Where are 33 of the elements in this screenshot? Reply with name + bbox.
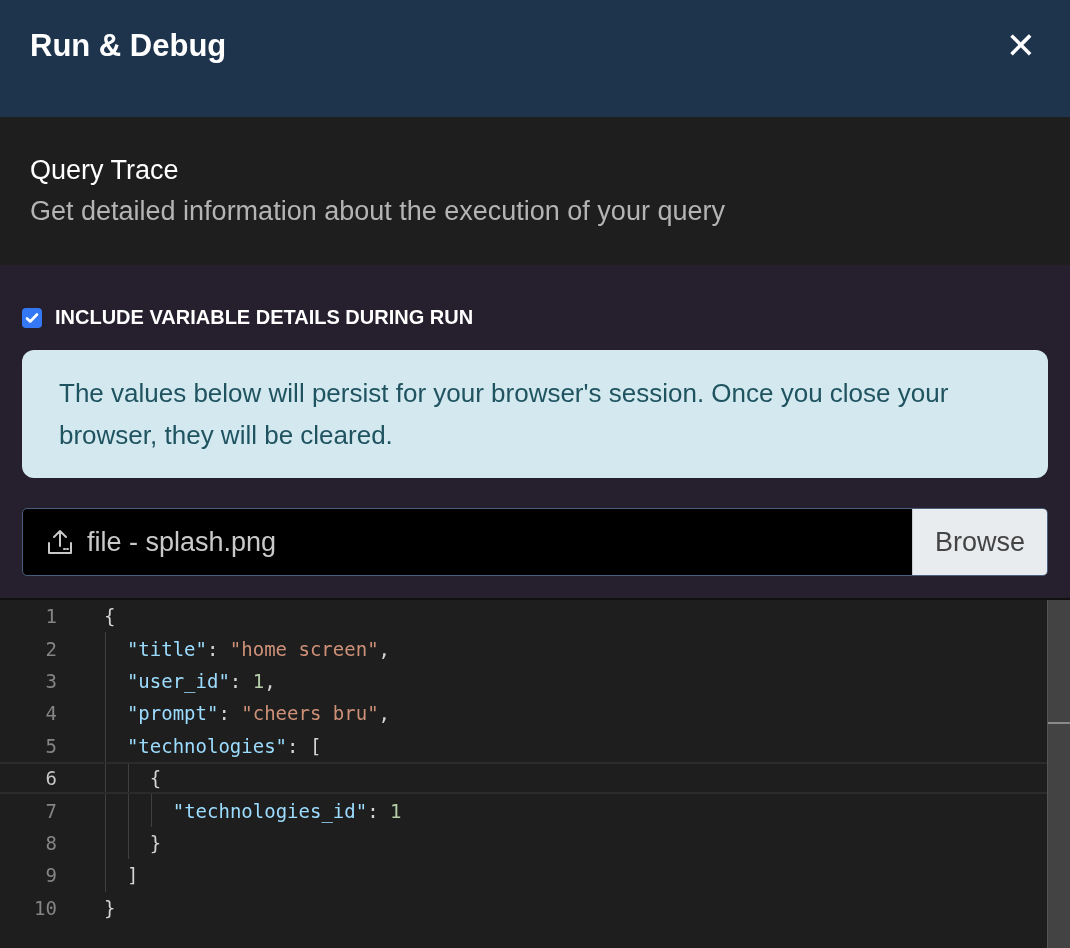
checkbox[interactable] <box>22 307 42 328</box>
info-alert: The values below will persist for your browser's session. Once you close your browser, they will be cleared. <box>22 350 1048 478</box>
code-line: } <box>149 830 162 856</box>
code-line: "technologies": [ <box>126 733 322 759</box>
line-number: 9 <box>44 863 57 889</box>
code-line: "title": "home screen", <box>126 636 391 662</box>
line-number: 7 <box>44 798 57 824</box>
code-line: "user_id": 1, <box>126 668 276 695</box>
section-title: Query Trace <box>30 154 180 186</box>
file-input[interactable]: file - splash.png Browse <box>22 508 1048 576</box>
line-number: 10 <box>33 895 57 921</box>
dialog-title: Run & Debug <box>30 28 227 64</box>
code-line: "technologies_id": 1 <box>172 798 402 825</box>
line-number: 6 <box>44 766 57 792</box>
code-line: { <box>104 604 116 630</box>
line-number: 2 <box>44 636 57 662</box>
line-number: 4 <box>44 701 57 727</box>
close-button[interactable]: ✕ <box>1001 26 1040 66</box>
checkbox-label: INCLUDE VARIABLE DETAILS DURING RUN <box>55 306 474 329</box>
line-number: 1 <box>44 604 57 630</box>
checkmark-icon <box>25 310 39 325</box>
code-line: { <box>149 766 162 792</box>
line-number: 3 <box>44 668 57 694</box>
section-subtitle: Get detailed information about the execution of your query <box>30 195 726 227</box>
browse-button[interactable]: Browse <box>911 509 1047 575</box>
code-line: } <box>104 895 116 921</box>
file-name: file - splash.png <box>87 526 277 558</box>
code-line: ] <box>126 863 139 889</box>
code-line: "prompt": "cheers bru", <box>126 701 391 727</box>
scrollbar[interactable] <box>1047 600 1070 948</box>
line-number: 5 <box>44 733 57 759</box>
line-number: 8 <box>44 830 57 856</box>
upload-icon <box>45 527 75 557</box>
